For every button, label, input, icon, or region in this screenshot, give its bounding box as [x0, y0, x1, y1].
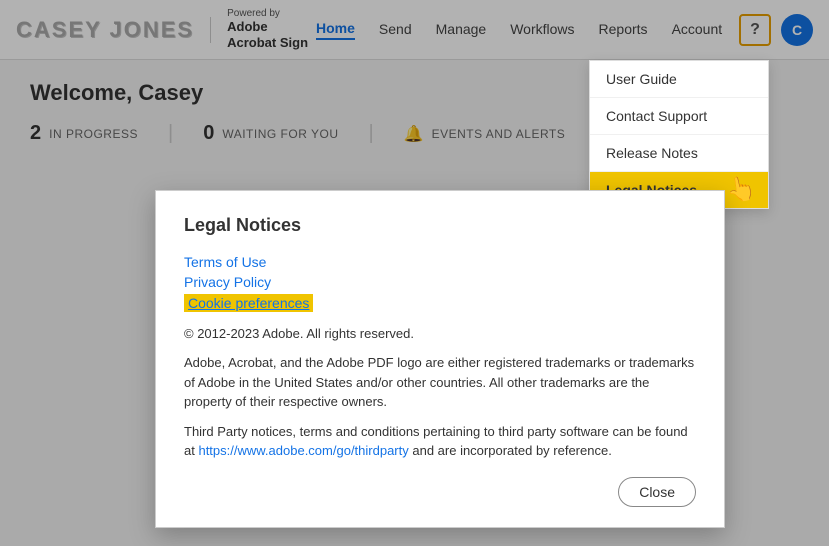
- privacy-policy-link[interactable]: Privacy Policy: [184, 274, 696, 290]
- modal-links: Terms of Use Privacy Policy Cookie prefe…: [184, 254, 696, 316]
- dropdown-item-user-guide[interactable]: User Guide: [590, 61, 768, 98]
- modal-body-text-1: Adobe, Acrobat, and the Adobe PDF logo a…: [184, 353, 696, 412]
- dropdown-item-release-notes[interactable]: Release Notes: [590, 135, 768, 172]
- dropdown-item-contact-support[interactable]: Contact Support: [590, 98, 768, 135]
- modal-title: Legal Notices: [184, 215, 696, 236]
- modal-body-text-2: Third Party notices, terms and condition…: [184, 422, 696, 461]
- modal-copyright: © 2012-2023 Adobe. All rights reserved.: [184, 326, 696, 341]
- cookie-preferences-link[interactable]: Cookie preferences: [184, 294, 313, 312]
- close-button[interactable]: Close: [618, 477, 696, 507]
- terms-of-use-link[interactable]: Terms of Use: [184, 254, 696, 270]
- modal-footer: Close: [184, 477, 696, 507]
- modal-body2-suffix: and are incorporated by reference.: [409, 443, 612, 458]
- cursor-indicator: 👆: [724, 173, 758, 207]
- legal-notices-modal: Legal Notices Terms of Use Privacy Polic…: [155, 190, 725, 528]
- third-party-link[interactable]: https://www.adobe.com/go/thirdparty: [198, 443, 408, 458]
